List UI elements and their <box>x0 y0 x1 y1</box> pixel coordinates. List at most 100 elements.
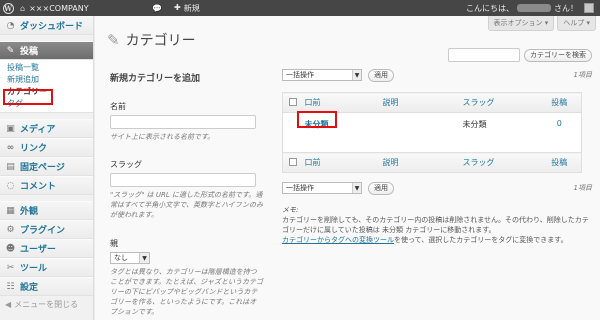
sidebar-item-appearance[interactable]: ▦ 外観 <box>0 201 93 220</box>
submenu-item-all-posts[interactable]: 投稿一覧 <box>7 62 93 74</box>
sidebar-item-label: 固定ページ <box>20 163 65 173</box>
site-name-link[interactable]: ⌂ ×××COMPANY <box>20 4 140 13</box>
select-all-checkbox-bottom[interactable] <box>289 157 297 166</box>
sidebar-item-users[interactable]: ☻ ユーザー <box>0 239 93 258</box>
memo-text: カテゴリーを削除しても、そのカテゴリー内の投稿は削除されません。その代わり、削除… <box>282 216 589 234</box>
wordpress-logo-icon[interactable]: W <box>0 0 16 16</box>
dashboard-icon: ◔ <box>6 20 15 31</box>
page-header: ✎ カテゴリー <box>107 30 196 50</box>
collapse-menu-label: メニューを閉じる <box>14 299 79 309</box>
sidebar-item-links[interactable]: ∞ リンク <box>0 138 93 157</box>
sidebar-item-pages[interactable]: ▤ 固定ページ <box>0 157 93 176</box>
sidebar-item-label: メディア <box>20 125 56 135</box>
page-title: カテゴリー <box>125 33 196 49</box>
column-slug-footer[interactable]: スラッグ <box>462 152 538 173</box>
appearance-icon: ▦ <box>6 205 15 216</box>
search-categories-button[interactable]: カテゴリーを検索 <box>524 48 592 62</box>
sidebar-item-tools[interactable]: ✂ ツール <box>0 258 93 277</box>
bulk-action-select-bottom[interactable]: 一括操作 ▼ <box>282 182 362 194</box>
slug-field[interactable] <box>110 173 256 187</box>
table-header-row: 口前 説明 スラッグ 投稿 <box>282 92 582 113</box>
category-tag-converter-link[interactable]: カテゴリーからタグへの変換ツール <box>282 236 394 244</box>
search-input[interactable] <box>448 48 520 62</box>
parent-label: 親 <box>110 239 118 248</box>
submenu-item-categories[interactable]: カテゴリー <box>7 86 93 98</box>
name-label: 名前 <box>110 102 126 111</box>
pushpin-icon: ✎ <box>107 31 120 49</box>
select-all-checkbox[interactable] <box>289 97 297 106</box>
bulk-actions-top: 一括操作 ▼ 適用 1項目 <box>282 68 592 82</box>
admin-sidebar: ◔ ダッシュボード ✎ 投稿 投稿一覧 新規追加 カテゴリー タグ ▣ メディア… <box>0 16 94 320</box>
sidebar-item-label: リンク <box>20 144 48 154</box>
media-icon: ▣ <box>6 123 15 134</box>
apply-button-bottom[interactable]: 適用 <box>368 181 394 195</box>
sidebar-item-label: 投稿 <box>20 47 39 57</box>
greeting-prefix: こんにちは、 <box>466 3 514 13</box>
form-heading: 新規カテゴリーを追加 <box>110 74 201 84</box>
name-help: サイト上に表示される名前です。 <box>110 133 215 141</box>
apply-button[interactable]: 適用 <box>368 68 394 82</box>
column-name-footer[interactable]: 口前 <box>304 152 383 173</box>
memo-label: メモ: <box>282 206 299 214</box>
sidebar-item-label: 設定 <box>20 283 39 293</box>
help-tab[interactable]: ヘルプ ▾ <box>557 16 596 31</box>
main-content: 表示オプション ▾ ヘルプ ▾ ✎ カテゴリー カテゴリーを検索 新規カテゴリー… <box>95 16 600 320</box>
parent-help: タグとは異なり、カテゴリーは階層構造を持つことができます。たとえば、ジャズという… <box>110 268 263 316</box>
tools-icon: ✂ <box>6 262 15 273</box>
new-label: 新規 <box>183 3 200 13</box>
memo-note: メモ: カテゴリーを削除しても、そのカテゴリー内の投稿は削除されません。その代わ… <box>282 205 592 245</box>
collapse-arrow-icon: ◀ <box>5 299 12 309</box>
table-footer-row: 口前 説明 スラッグ 投稿 <box>282 152 582 173</box>
new-content-button[interactable]: ✚ 新規 <box>174 3 200 14</box>
settings-icon: ☷ <box>6 281 15 292</box>
sidebar-item-label: コメント <box>20 182 57 192</box>
item-count-bottom: 1項目 <box>573 184 592 192</box>
category-post-count[interactable]: 0 <box>537 112 582 153</box>
avatar <box>584 3 594 13</box>
sidebar-item-media[interactable]: ▣ メディア <box>0 119 93 138</box>
table-row: 未分類 未分類 0 <box>282 112 582 153</box>
categories-list: 一括操作 ▼ 適用 1項目 口前 説明 スラッグ 投稿 未分類 未分類 0 口前… <box>282 68 592 245</box>
category-name-link[interactable]: 未分類 <box>305 120 329 129</box>
add-category-form: 新規カテゴリーを追加 名前 サイト上に表示される名前です。 スラッグ "スラッグ… <box>110 70 265 317</box>
submenu-item-tags[interactable]: タグ <box>7 98 93 110</box>
users-icon: ☻ <box>5 243 16 254</box>
home-icon: ⌂ <box>20 3 26 13</box>
parent-select[interactable]: なし ▼ <box>110 252 150 264</box>
sidebar-item-label: 外観 <box>20 207 39 217</box>
plus-icon: ✚ <box>174 2 181 12</box>
sidebar-item-dashboard[interactable]: ◔ ダッシュボード <box>0 16 93 35</box>
screen-meta-tabs: 表示オプション ▾ ヘルプ ▾ <box>487 16 596 31</box>
item-count: 1項目 <box>573 71 592 79</box>
link-icon: ∞ <box>6 142 15 153</box>
sidebar-item-label: ユーザー <box>20 245 56 255</box>
speech-bubble-icon[interactable]: 💬 <box>150 4 164 13</box>
column-description[interactable]: 説明 <box>382 92 463 113</box>
bulk-action-value: 一括操作 <box>286 71 314 79</box>
column-posts[interactable]: 投稿 <box>537 92 582 113</box>
submenu-item-add-new[interactable]: 新規追加 <box>7 74 93 86</box>
sidebar-item-label: プラグイン <box>20 226 66 236</box>
column-name[interactable]: 口前 <box>304 92 383 113</box>
category-slug: 未分類 <box>462 112 538 153</box>
bulk-action-select[interactable]: 一括操作 ▼ <box>282 69 362 81</box>
account-menu[interactable]: こんにちは、 さん！ <box>466 0 594 16</box>
collapse-menu-button[interactable]: ◀ メニューを閉じる <box>0 296 93 312</box>
chevron-down-icon: ▼ <box>139 253 149 263</box>
sidebar-item-settings[interactable]: ☷ 設定 <box>0 277 93 296</box>
column-slug[interactable]: スラッグ <box>462 92 538 113</box>
slug-help: "スラッグ" は URL に適した形式の名前です。通常はすべて半角小文字で、英数… <box>110 191 263 219</box>
slug-label: スラッグ <box>110 160 142 169</box>
name-field[interactable] <box>110 115 256 129</box>
greeting-suffix: さん！ <box>554 3 578 13</box>
parent-select-value: なし <box>114 254 128 262</box>
memo-text-2: を使って、選択したカテゴリーをタグに変換できます。 <box>394 236 568 244</box>
screen-options-tab[interactable]: 表示オプション ▾ <box>487 16 555 31</box>
bulk-action-value-bottom: 一括操作 <box>286 184 314 192</box>
column-description-footer[interactable]: 説明 <box>382 152 463 173</box>
sidebar-item-comments[interactable]: ◌ コメント <box>0 176 93 195</box>
column-posts-footer[interactable]: 投稿 <box>537 152 582 173</box>
sidebar-item-plugins[interactable]: ⚙ プラグイン <box>0 220 93 239</box>
sidebar-item-posts[interactable]: ✎ 投稿 <box>0 41 93 60</box>
pages-icon: ▤ <box>6 161 15 172</box>
